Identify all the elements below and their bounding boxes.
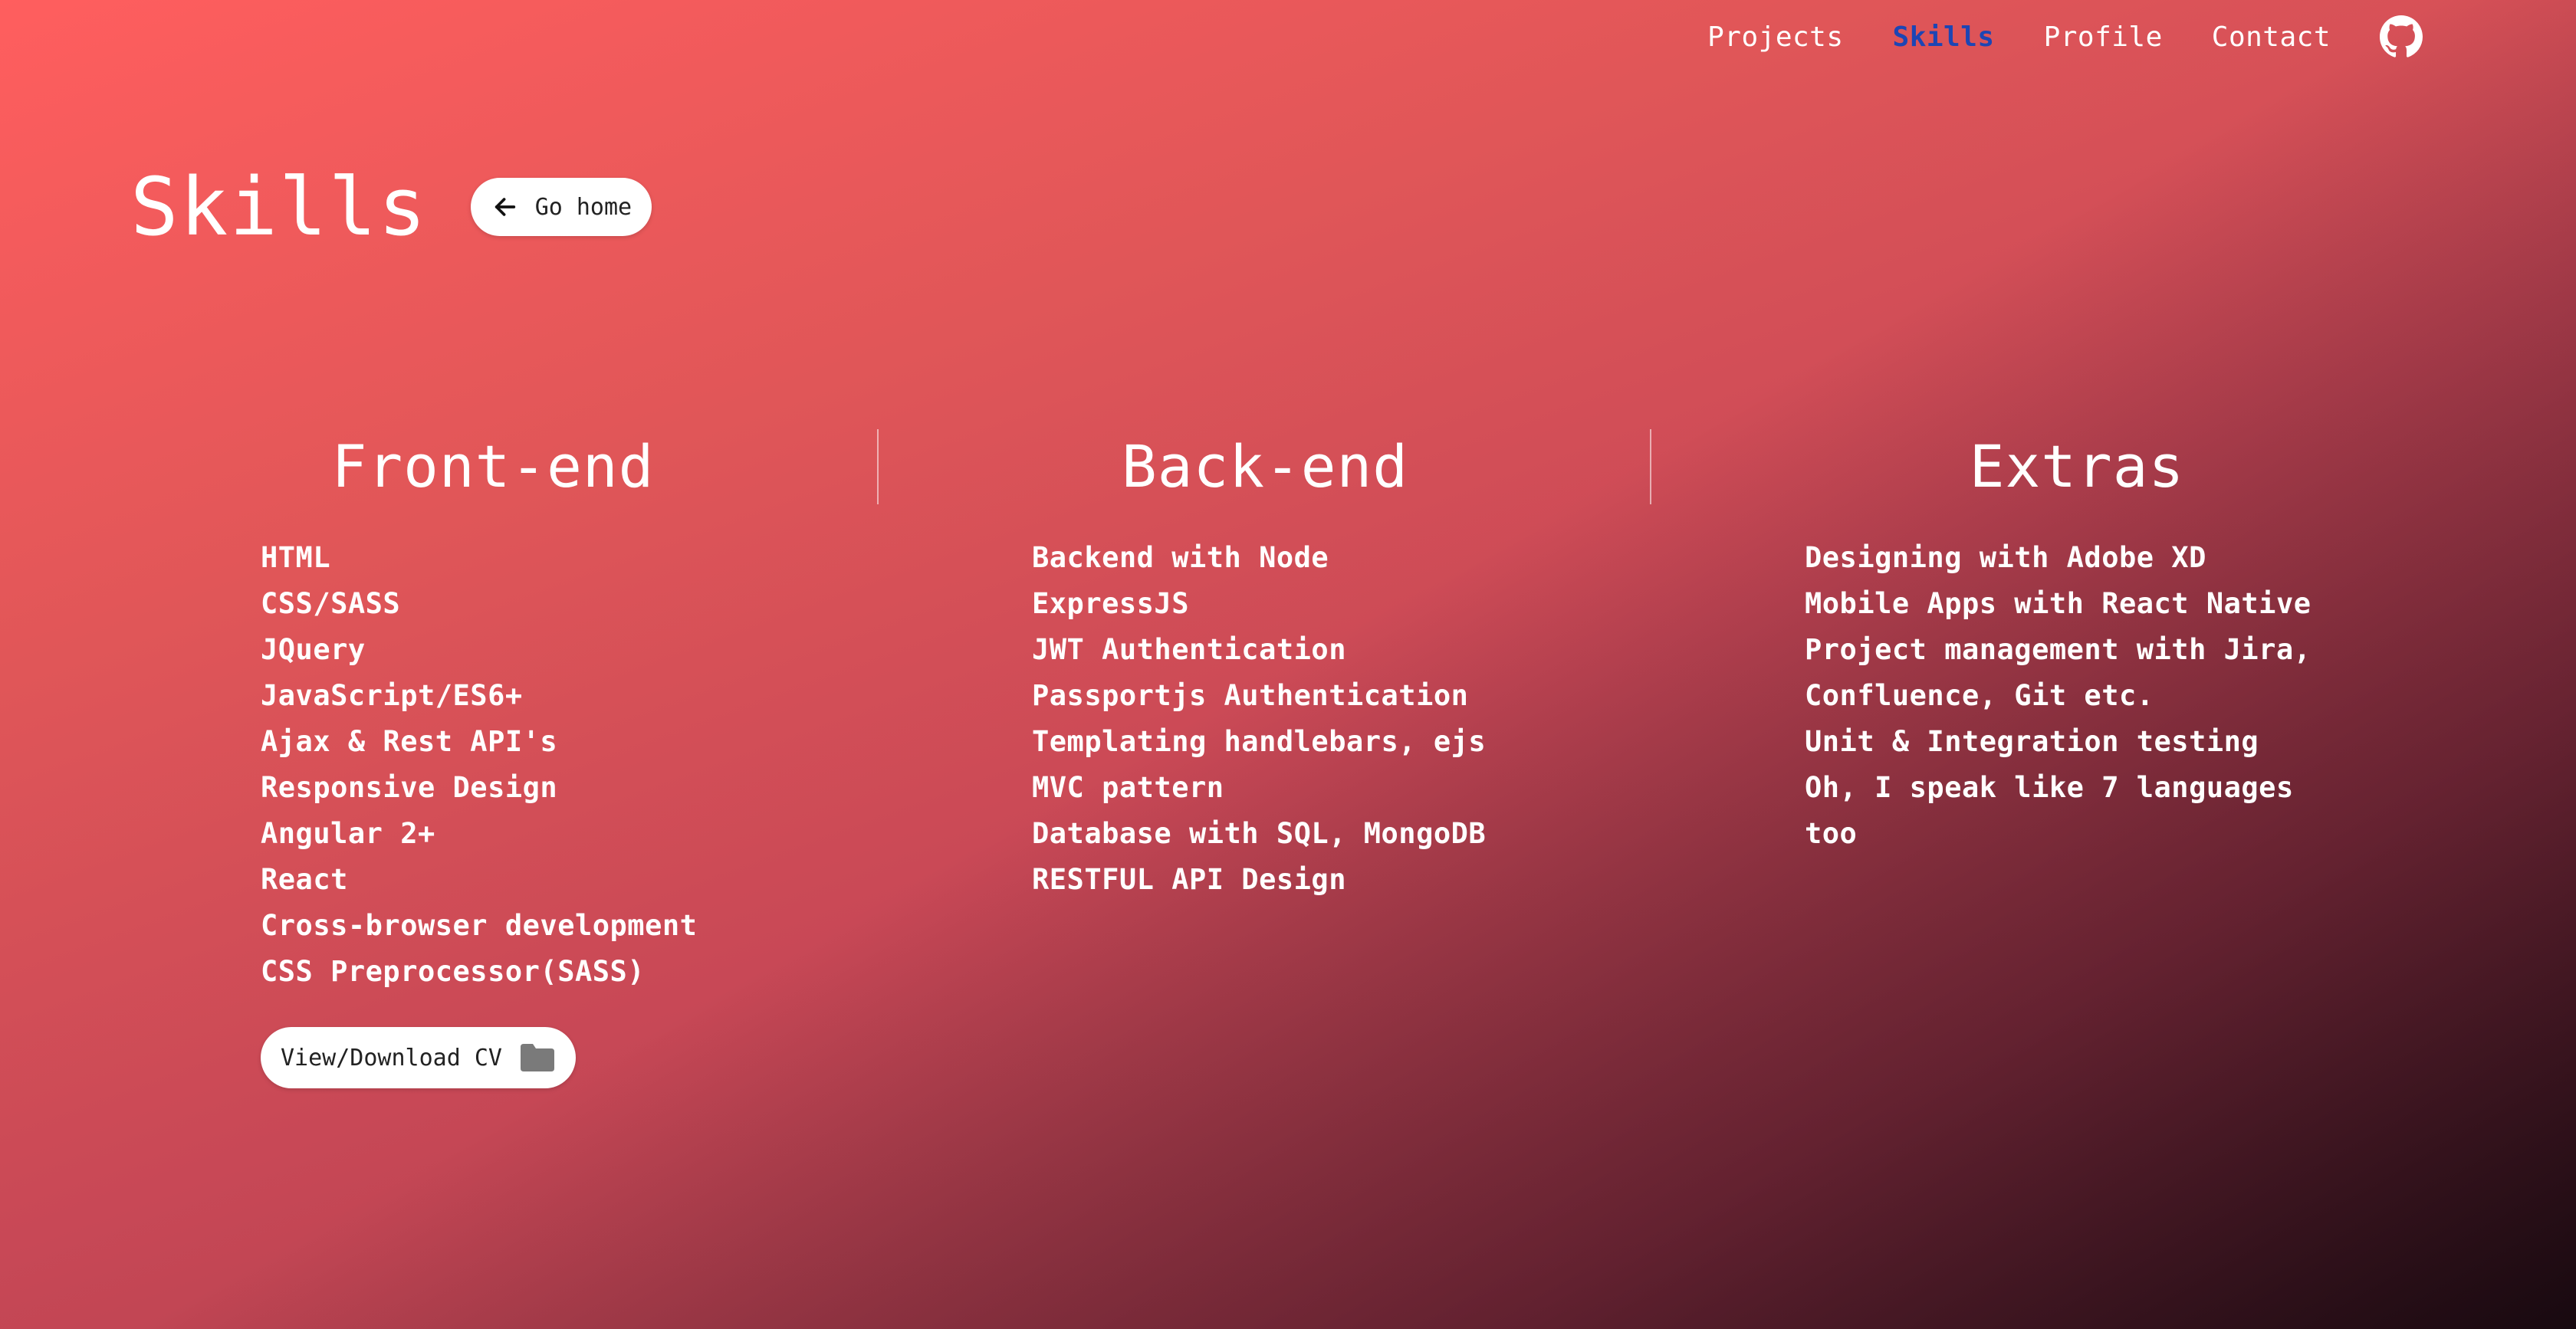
column-back-end: Back-end Backend with Node ExpressJS JWT…: [879, 429, 1651, 1088]
skill-list: Designing with Adobe XD Mobile Apps with…: [1805, 535, 2341, 857]
page-title: Skills: [130, 160, 428, 254]
nav-link-profile[interactable]: Profile: [2044, 21, 2163, 53]
view-download-cv-button[interactable]: View/Download CV: [261, 1027, 576, 1088]
list-item: CSS/SASS: [261, 587, 401, 620]
skill-list: HTML CSS/SASS JQuery JavaScript/ES6+ Aja…: [261, 535, 879, 995]
list-item: Cross-browser development: [261, 909, 698, 942]
page-heading: Skills Go home: [130, 167, 652, 247]
skill-list: Backend with Node ExpressJS JWT Authenti…: [1032, 535, 1651, 903]
column-front-end: Front-end HTML CSS/SASS JQuery JavaScrip…: [107, 429, 879, 1088]
github-icon[interactable]: [2380, 15, 2423, 58]
list-item: Unit & Integration testing: [1805, 725, 2259, 758]
list-item: MVC pattern: [1032, 771, 1224, 804]
column-title: Back-end: [1121, 432, 1409, 500]
folder-icon: [520, 1044, 554, 1071]
list-item: RESTFUL API Design: [1032, 863, 1346, 896]
column-title: Extras: [1969, 432, 2185, 500]
list-item: Oh, I speak like 7 languages too: [1805, 771, 2294, 850]
top-nav: Projects Skills Profile Contact: [1707, 15, 2423, 58]
list-item: Designing with Adobe XD: [1805, 541, 2206, 574]
list-item: Passportjs Authentication: [1032, 679, 1469, 712]
go-home-button[interactable]: Go home: [470, 178, 652, 236]
list-item: HTML: [261, 541, 331, 574]
list-item: Ajax & Rest API's: [261, 725, 558, 758]
list-item: Templating handlebars, ejs: [1032, 725, 1487, 758]
list-item: Mobile Apps with React Native: [1805, 587, 2312, 620]
go-home-label: Go home: [534, 193, 632, 221]
list-item: JQuery: [261, 633, 366, 666]
cv-button-label: View/Download CV: [281, 1044, 502, 1071]
list-item: Database with SQL, MongoDB: [1032, 817, 1487, 850]
list-item: JWT Authentication: [1032, 633, 1346, 666]
list-item: Angular 2+: [261, 817, 435, 850]
column-title: Front-end: [331, 432, 655, 500]
skills-columns: Front-end HTML CSS/SASS JQuery JavaScrip…: [107, 429, 2315, 1088]
list-item: Responsive Design: [261, 771, 558, 804]
nav-link-skills[interactable]: Skills: [1893, 21, 1995, 53]
arrow-left-icon: [495, 198, 515, 216]
column-extras: Extras Designing with Adobe XD Mobile Ap…: [1651, 429, 2315, 1088]
nav-link-projects[interactable]: Projects: [1707, 21, 1843, 53]
nav-link-contact[interactable]: Contact: [2212, 21, 2331, 53]
list-item: ExpressJS: [1032, 587, 1189, 620]
list-item: Backend with Node: [1032, 541, 1329, 574]
list-item: CSS Preprocessor(SASS): [261, 955, 646, 988]
list-item: JavaScript/ES6+: [261, 679, 523, 712]
list-item: React: [261, 863, 348, 896]
list-item: Project management with Jira, Confluence…: [1805, 633, 2312, 712]
